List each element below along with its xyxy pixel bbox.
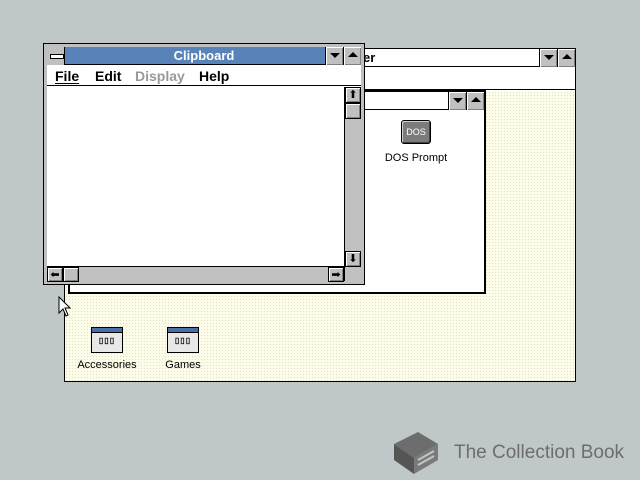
minimize-button[interactable] <box>539 49 557 67</box>
size-grip[interactable] <box>344 266 361 281</box>
accessories-label: Accessories <box>77 359 137 371</box>
accessories-group-item[interactable]: ▯▯▯ Accessories <box>75 325 139 375</box>
menu-edit[interactable]: Edit <box>95 68 121 84</box>
clipboard-content[interactable] <box>47 87 344 267</box>
clipboard-titlebar[interactable]: Clipboard <box>47 47 361 65</box>
horizontal-scrollbar[interactable]: ⬅ ➡ <box>47 266 344 282</box>
games-label: Games <box>165 359 201 371</box>
scroll-up-button[interactable]: ⬆ <box>345 87 361 103</box>
maximize-icon <box>348 52 358 57</box>
main-minimize-button[interactable] <box>448 92 466 110</box>
clipboard-window[interactable]: Clipboard File Edit Display Help ⬆ ⬇ ⬅ ➡ <box>43 43 365 285</box>
main-maximize-button[interactable] <box>466 92 484 110</box>
clipboard-maximize-button[interactable] <box>343 47 361 65</box>
horizontal-scroll-thumb[interactable] <box>63 267 79 282</box>
clipboard-title: Clipboard <box>173 48 235 63</box>
scroll-down-button[interactable]: ⬇ <box>345 251 361 267</box>
maximize-icon <box>562 54 572 59</box>
minimize-icon <box>544 55 554 60</box>
vertical-scrollbar[interactable]: ⬆ ⬇ <box>344 87 361 267</box>
scroll-right-button[interactable]: ➡ <box>328 267 344 282</box>
watermark-text: The Collection Book <box>454 442 625 463</box>
dos-prompt-label: DOS Prompt <box>384 152 448 164</box>
minimize-icon <box>330 53 340 58</box>
games-group-item[interactable]: ▯▯▯ Games <box>151 325 215 375</box>
book-icon <box>394 432 438 474</box>
clipboard-menubar: File Edit Display Help <box>47 66 361 86</box>
clipboard-minimize-button[interactable] <box>325 47 343 65</box>
dos-prompt-item[interactable]: DOS DOS Prompt <box>376 120 456 164</box>
maximize-icon <box>471 97 481 102</box>
minimize-icon <box>453 98 463 103</box>
vertical-scroll-thumb[interactable] <box>345 103 361 119</box>
menu-display[interactable]: Display <box>135 68 185 84</box>
mouse-cursor-icon <box>58 296 72 317</box>
maximize-button[interactable] <box>557 49 575 67</box>
scroll-left-button[interactable]: ⬅ <box>47 267 63 282</box>
program-group-icon: ▯▯▯ <box>91 327 123 353</box>
menu-file[interactable]: File <box>55 68 79 84</box>
menu-help[interactable]: Help <box>199 68 229 84</box>
watermark: The Collection Book <box>388 428 628 476</box>
program-group-icon: ▯▯▯ <box>167 327 199 353</box>
dos-prompt-icon: DOS <box>401 120 431 144</box>
